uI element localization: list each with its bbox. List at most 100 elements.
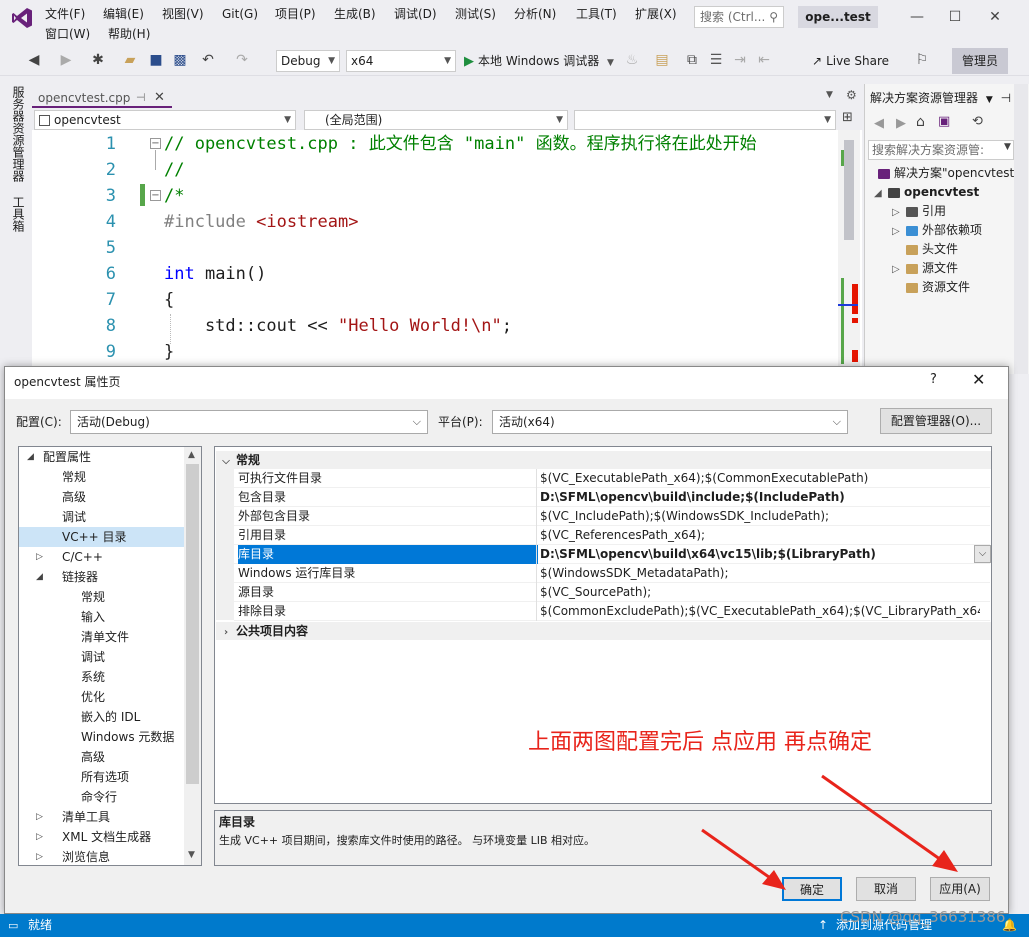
forward-icon[interactable]: ▶ xyxy=(56,50,76,70)
property-tree-item[interactable]: 常规 xyxy=(19,587,184,607)
property-tree-item[interactable]: ▷ C/C++ xyxy=(19,547,184,567)
property-tree-item[interactable]: 优化 xyxy=(19,687,184,707)
code-line[interactable]: // opencvtest.cpp : 此文件包含 "main" 函数。程序执行… xyxy=(164,131,757,157)
dialog-close-button[interactable]: ✕ xyxy=(972,370,985,389)
minimize-button[interactable]: — xyxy=(902,6,932,28)
help-button[interactable]: ? xyxy=(930,372,937,387)
property-value[interactable]: $(VC_SourcePath); xyxy=(540,583,980,602)
indent-icon[interactable]: ⇥ xyxy=(730,50,750,70)
save-icon[interactable]: ■ xyxy=(146,50,166,70)
menu-item[interactable]: 文件(F) xyxy=(45,4,85,24)
scroll-up-icon[interactable]: ▲ xyxy=(188,450,195,460)
property-value[interactable]: $(VC_ExecutablePath_x64);$(CommonExecuta… xyxy=(540,469,980,488)
comment-icon[interactable]: ☰ xyxy=(706,50,726,70)
menu-item[interactable]: 编辑(E) xyxy=(103,4,144,24)
tree-item-header-files[interactable]: 头文件 xyxy=(906,240,958,259)
tree-item-resource-files[interactable]: 资源文件 xyxy=(906,278,970,297)
expand-arrow-icon[interactable]: ▷ xyxy=(892,260,906,279)
property-tree-item[interactable]: 嵌入的 IDL xyxy=(19,707,184,727)
menu-item[interactable]: 项目(P) xyxy=(275,4,316,24)
menu-item[interactable]: 扩展(X) xyxy=(635,4,677,24)
scroll-down-icon[interactable]: ▼ xyxy=(188,850,195,860)
hot-reload-icon[interactable]: ♨ xyxy=(622,50,642,70)
property-tree-item[interactable]: 调试 xyxy=(19,507,184,527)
property-tree-item[interactable]: 输入 xyxy=(19,607,184,627)
tab-server-explorer[interactable]: 服务器资源管理器 xyxy=(10,86,25,182)
back-icon[interactable]: ◀ xyxy=(874,116,884,131)
property-tree-item[interactable]: 系统 xyxy=(19,667,184,687)
home-icon[interactable]: ⌂ xyxy=(916,114,925,130)
maximize-button[interactable]: ☐ xyxy=(940,6,970,28)
property-value[interactable]: D:\SFML\opencv\build\include;$(IncludePa… xyxy=(540,488,980,507)
property-tree-item[interactable]: ▷ XML 文档生成器 xyxy=(19,827,184,847)
menu-item[interactable]: 帮助(H) xyxy=(108,24,150,44)
open-folder-icon[interactable]: ▰ xyxy=(120,50,140,70)
tab-list-icon[interactable]: ▼ xyxy=(826,90,833,100)
expand-arrow-icon[interactable]: ▷ xyxy=(36,827,43,847)
browser-link-icon[interactable]: ⧉ xyxy=(682,50,702,70)
property-tree-item[interactable]: 命令行 xyxy=(19,787,184,807)
property-row[interactable]: 库目录 D:\SFML\opencv\build\x64\vc15\lib;$(L… xyxy=(234,545,990,564)
pin-icon[interactable]: ⊣ xyxy=(136,88,146,108)
solution-config-combo[interactable]: Debug ▼ xyxy=(276,50,340,72)
property-tree-item[interactable]: ▷ 清单工具 xyxy=(19,807,184,827)
menu-item[interactable]: 调试(D) xyxy=(394,4,437,24)
property-value[interactable]: $(CommonExcludePath);$(VC_ExecutablePath… xyxy=(540,602,980,621)
code-line[interactable]: { xyxy=(164,287,174,313)
property-row[interactable]: 源目录 $(VC_SourcePath); xyxy=(234,583,990,602)
solution-search-input[interactable]: 搜索解决方案资源管: xyxy=(868,140,1014,160)
search-options-icon[interactable]: ▼ xyxy=(1004,142,1011,152)
live-share-button[interactable]: ↗ Live Share xyxy=(812,50,889,72)
property-tree-item[interactable]: VC++ 目录 xyxy=(19,527,184,547)
project-node[interactable]: ◢ opencvtest xyxy=(874,183,979,202)
tree-item-references[interactable]: ▷ 引用 xyxy=(892,202,946,221)
menu-item[interactable]: 分析(N) xyxy=(514,4,556,24)
member-nav-combo[interactable]: ▼ xyxy=(574,110,836,130)
menu-item[interactable]: 窗口(W) xyxy=(45,24,90,44)
expand-arrow-icon[interactable]: ◢ xyxy=(874,184,888,203)
property-tree-item[interactable]: 所有选项 xyxy=(19,767,184,787)
chevron-down-icon[interactable]: ▼ xyxy=(986,95,993,105)
start-debugging-button[interactable]: ▶ 本地 Windows 调试器 ▼ xyxy=(464,50,614,72)
menu-item[interactable]: 工具(T) xyxy=(576,4,617,24)
undo-icon[interactable]: ↶ xyxy=(198,50,218,70)
property-tree-item[interactable]: ◢ 配置属性 xyxy=(19,447,184,467)
property-tree-item[interactable]: 常规 xyxy=(19,467,184,487)
code-line[interactable]: // xyxy=(164,157,184,183)
tab-toolbox[interactable]: 工具箱 xyxy=(10,196,25,232)
expand-arrow-icon[interactable]: ▷ xyxy=(36,847,43,867)
property-row[interactable]: 可执行文件目录 $(VC_ExecutablePath_x64);$(Common… xyxy=(234,469,990,488)
collapse-arrow-icon[interactable]: ◢ xyxy=(27,447,34,467)
expand-arrow-icon[interactable]: ▷ xyxy=(892,203,906,222)
pin-icon[interactable]: ⊣ xyxy=(1001,91,1011,105)
property-row[interactable]: Windows 运行库目录 $(WindowsSDK_MetadataPath); xyxy=(234,564,990,583)
menu-item[interactable]: Git(G) xyxy=(222,4,258,24)
settings-icon[interactable]: ⚙ xyxy=(846,88,857,102)
close-tab-icon[interactable]: ✕ xyxy=(154,88,165,108)
redo-icon[interactable]: ↷ xyxy=(232,50,252,70)
config-manager-button[interactable]: 配置管理器(O)... xyxy=(880,408,992,434)
property-tree-item[interactable]: 清单文件 xyxy=(19,627,184,647)
scope-nav-combo[interactable]: (全局范围) ▼ xyxy=(304,110,568,130)
tree-item-external-deps[interactable]: ▷ 外部依赖项 xyxy=(892,221,982,240)
tree-item-source-files[interactable]: ▷ 源文件 xyxy=(892,259,958,278)
code-line[interactable]: std::cout << "Hello World!\n"; xyxy=(164,313,512,339)
back-icon[interactable]: ◀ xyxy=(24,50,44,70)
menu-item[interactable]: 测试(S) xyxy=(455,4,496,24)
solution-node[interactable]: 解决方案"opencvtest xyxy=(878,164,1014,183)
document-tab[interactable]: opencvtest.cpp ⊣ ✕ xyxy=(32,88,172,108)
save-all-icon[interactable]: ▩ xyxy=(170,50,190,70)
menu-item[interactable]: 生成(B) xyxy=(334,4,376,24)
code-line[interactable]: /* xyxy=(164,183,184,209)
project-nav-combo[interactable]: opencvtest ▼ xyxy=(34,110,296,130)
cancel-button[interactable]: 取消 xyxy=(856,877,916,901)
switch-views-icon[interactable]: ▣ xyxy=(938,114,950,129)
property-tree-item[interactable]: 调试 xyxy=(19,647,184,667)
code-line[interactable]: int main() xyxy=(164,261,266,287)
property-edit-dropdown[interactable]: ⌵ xyxy=(974,545,991,563)
config-combo[interactable]: 活动(Debug) ⌵ xyxy=(70,410,428,434)
property-tree-item[interactable]: 高级 xyxy=(19,487,184,507)
close-window-button[interactable]: ✕ xyxy=(980,6,1010,28)
property-row[interactable]: 排除目录 $(CommonExcludePath);$(VC_Executable… xyxy=(234,602,990,621)
editor-scrollbar-thumb[interactable] xyxy=(844,140,854,240)
